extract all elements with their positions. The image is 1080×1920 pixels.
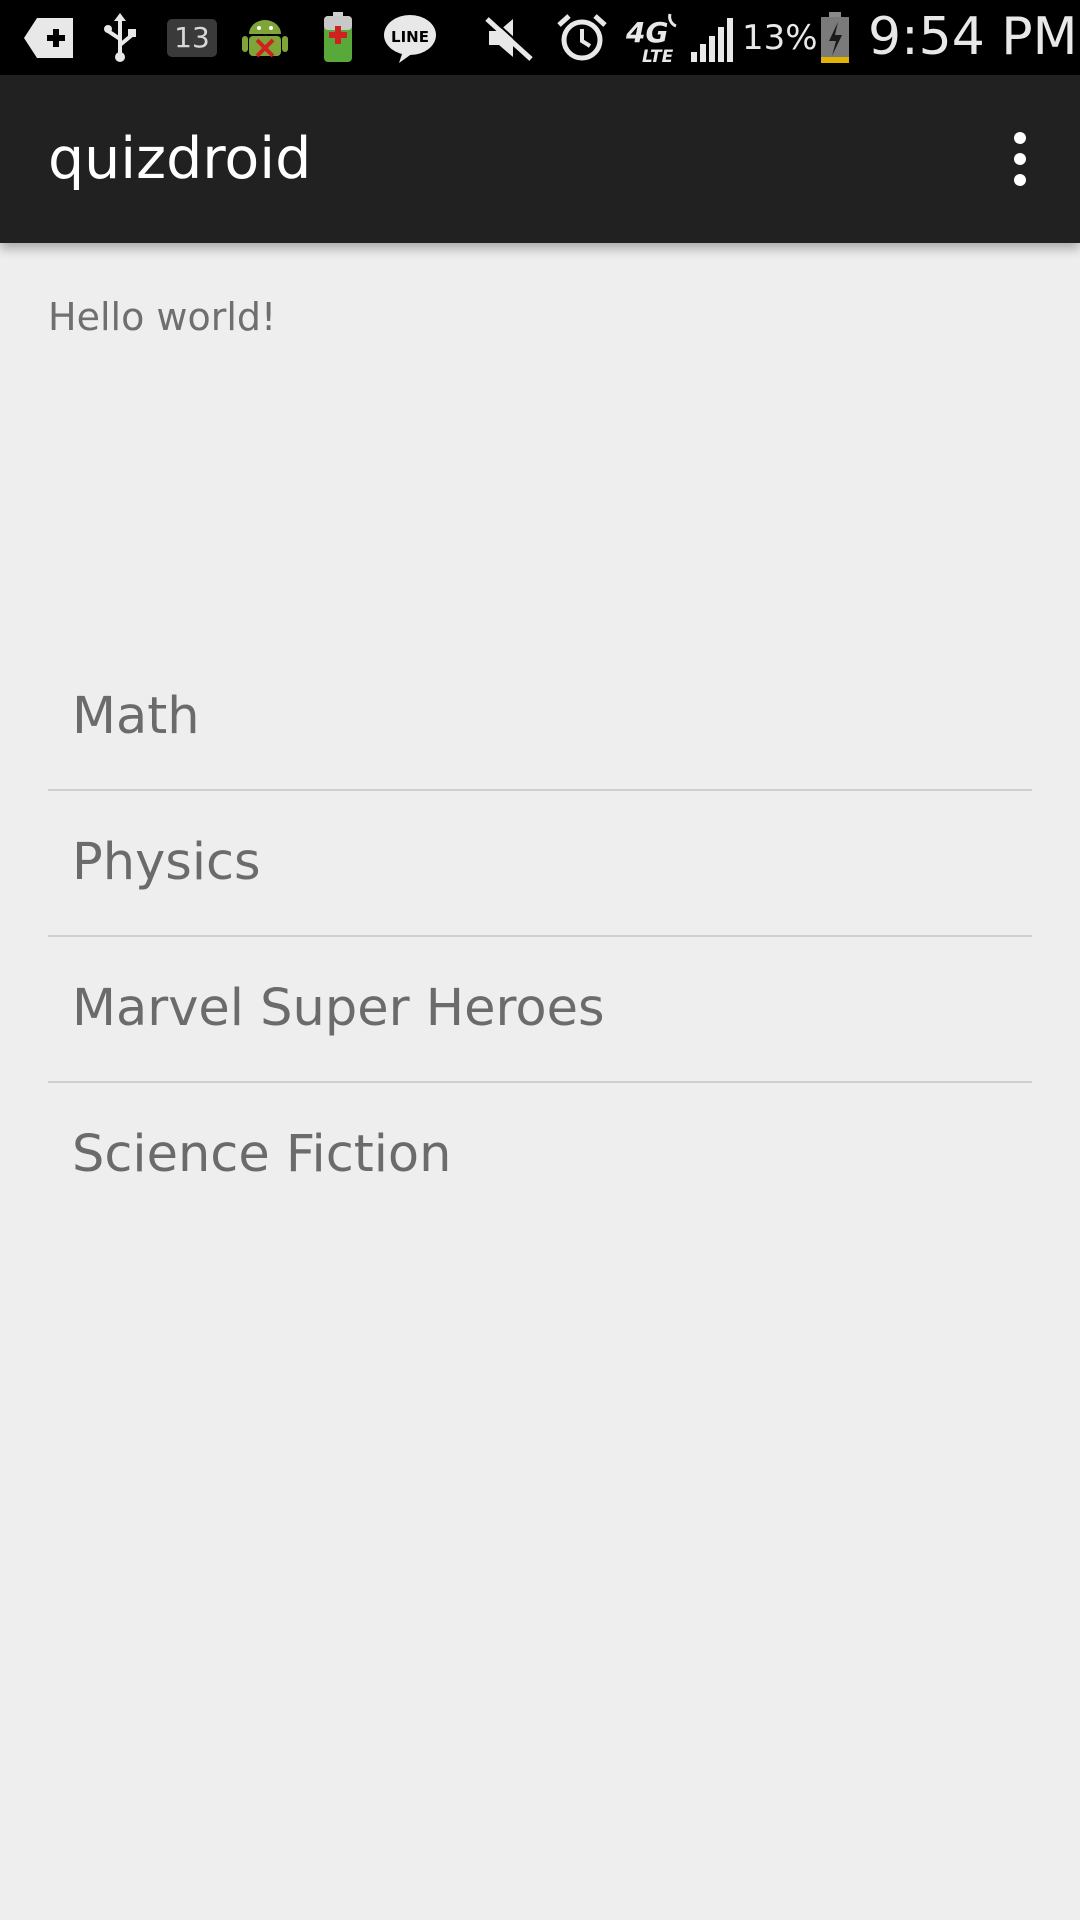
line-label: LINE	[391, 28, 429, 46]
notification-count-icon: 13	[166, 10, 218, 65]
menu-dot	[1014, 153, 1026, 165]
android-debug-icon	[238, 10, 292, 65]
usb-icon	[100, 10, 140, 65]
network-label: 4G	[625, 16, 668, 49]
battery-app-icon	[318, 10, 358, 65]
clock: 9:54 PM	[868, 7, 1078, 67]
battery-percent: 13%	[742, 18, 818, 58]
mute-icon	[482, 10, 536, 65]
overflow-menu-icon[interactable]	[972, 111, 1068, 207]
menu-dot	[1014, 132, 1026, 144]
topic-item-science-fiction[interactable]: Science Fiction	[48, 1083, 1032, 1227]
lte-icon: 4G LTE	[624, 10, 680, 65]
menu-dot	[1014, 174, 1026, 186]
battery-icon	[818, 10, 852, 65]
line-app-icon: LINE	[382, 10, 438, 65]
topic-item-marvel-super-heroes[interactable]: Marvel Super Heroes	[48, 937, 1032, 1083]
add-icon	[22, 10, 76, 65]
topic-list: Math Physics Marvel Super Heroes Science…	[48, 645, 1032, 1227]
app-title: quizdroid	[48, 126, 312, 192]
hello-text: Hello world!	[48, 295, 277, 339]
topic-item-physics[interactable]: Physics	[48, 791, 1032, 937]
action-bar: quizdroid	[0, 75, 1080, 243]
alarm-icon	[556, 10, 608, 65]
notification-count: 13	[167, 18, 217, 57]
network-sub-label: LTE	[642, 47, 674, 64]
topic-item-math[interactable]: Math	[48, 645, 1032, 791]
status-bar: 13 LINE 4G LTE 13% 9:54 PM	[0, 0, 1080, 75]
main-content: Hello world! Math Physics Marvel Super H…	[0, 243, 1080, 1920]
signal-icon	[688, 10, 738, 65]
